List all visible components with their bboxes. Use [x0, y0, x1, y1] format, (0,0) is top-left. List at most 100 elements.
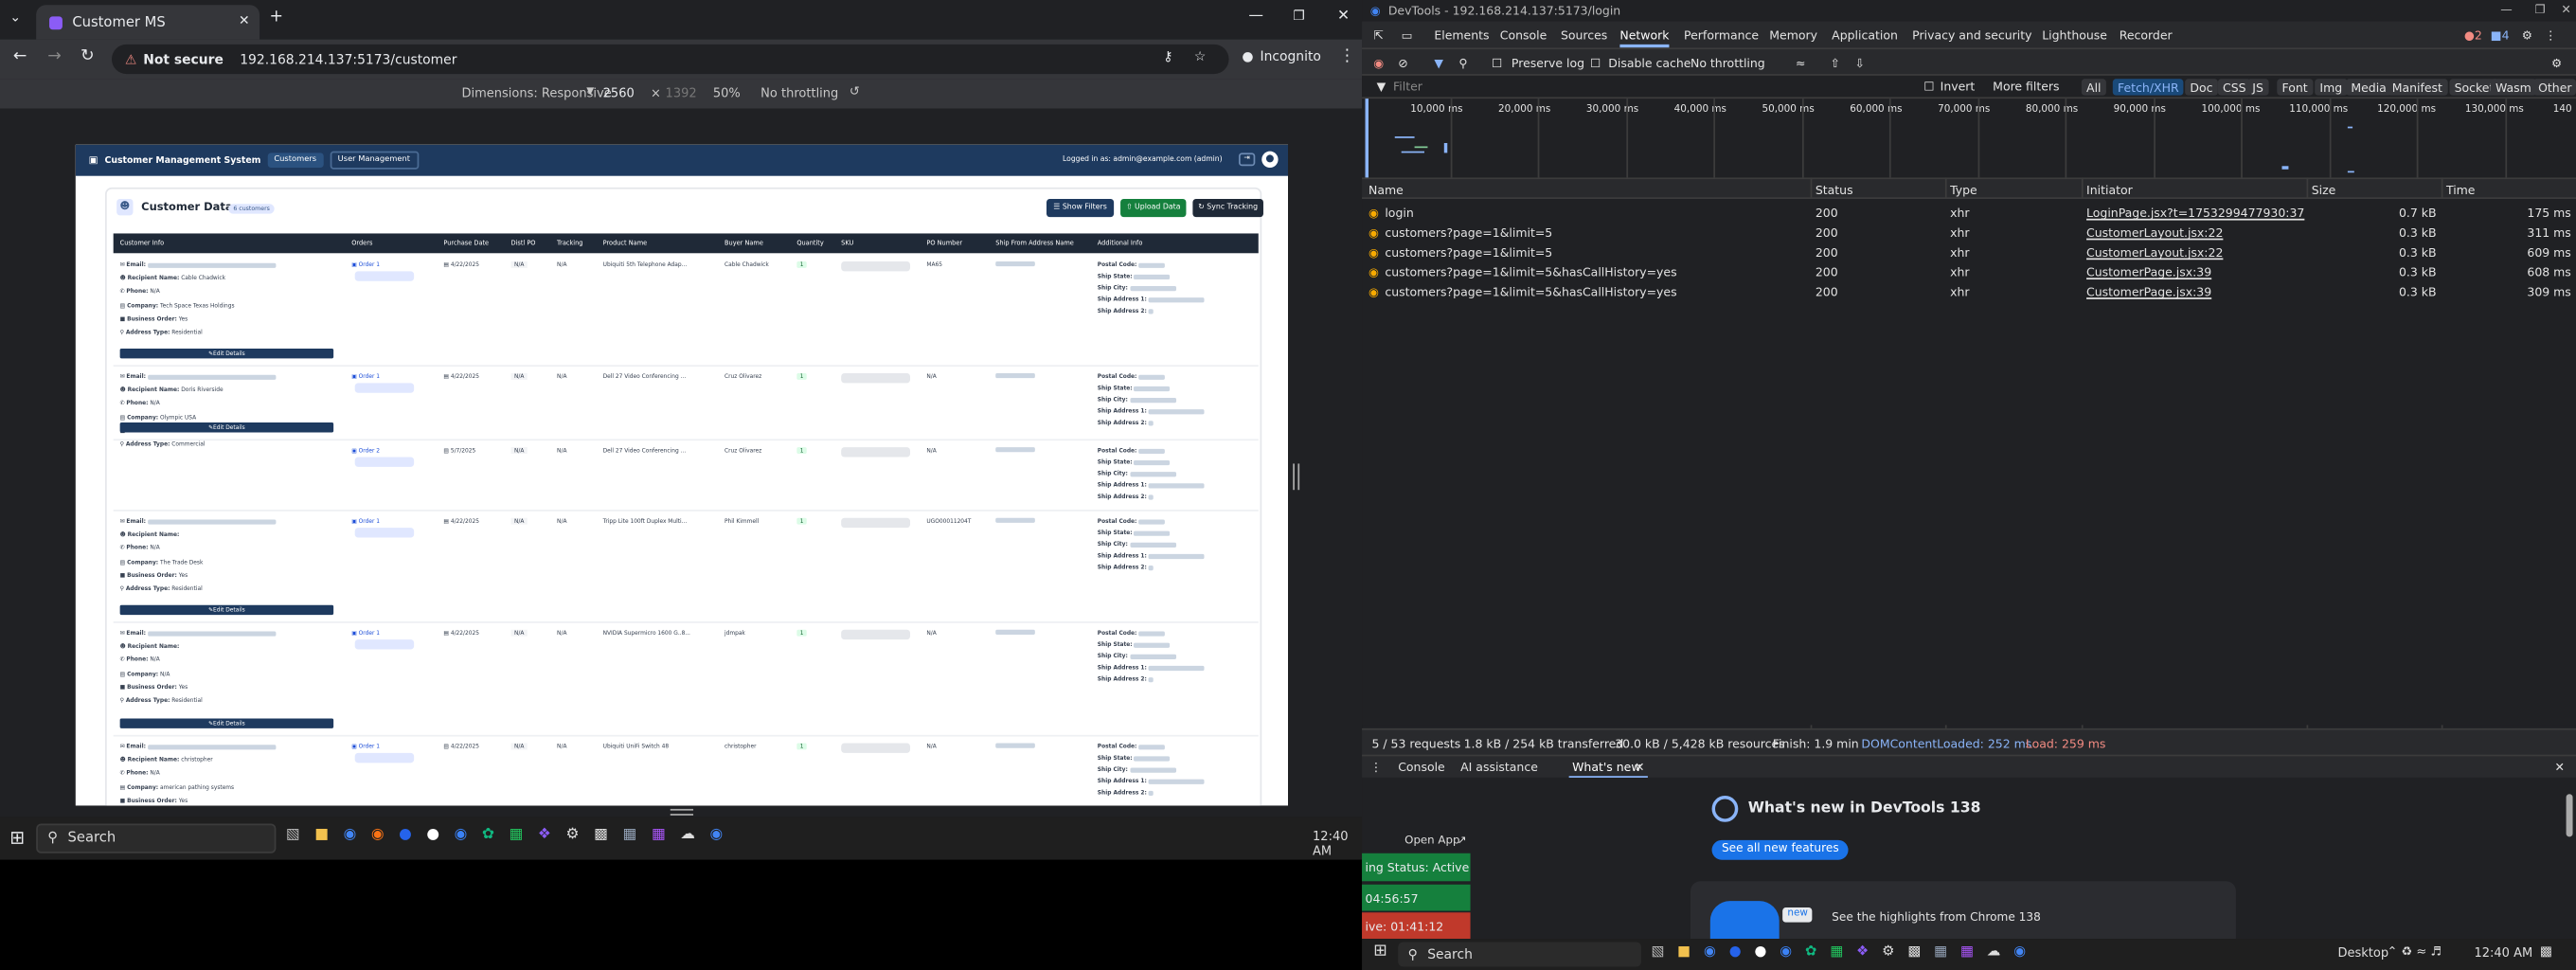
see-all-features-button[interactable]: See all new features: [1711, 839, 1850, 860]
firefox-icon[interactable]: ◉: [371, 827, 385, 843]
order-link[interactable]: ▣ Order 1: [351, 630, 380, 637]
tab-console[interactable]: Console: [1500, 28, 1547, 44]
type-filter-all[interactable]: All: [2081, 79, 2106, 96]
show-filters-button[interactable]: ☰ Show Filters: [1046, 199, 1115, 218]
tab-customer-ms[interactable]: Customer MS ✕: [36, 5, 260, 40]
filter-icon[interactable]: ▼: [1434, 56, 1443, 71]
address-bar[interactable]: ⚠ Not secure 192.168.214.137:5173/custom…: [111, 44, 1229, 75]
col-name[interactable]: Name: [1368, 183, 1404, 198]
filter-input[interactable]: Filter: [1393, 79, 1422, 94]
edit-details-button[interactable]: ✎ Edit Details: [119, 348, 334, 359]
app-icon-3[interactable]: ❖: [1856, 943, 1869, 960]
tab-network[interactable]: Network: [1619, 28, 1669, 44]
disable-cache-checkbox[interactable]: ☐: [1590, 56, 1601, 71]
close-window-icon[interactable]: ✕: [1337, 9, 1350, 25]
excel-icon[interactable]: ▦: [510, 827, 524, 843]
zoom-icon[interactable]: ●: [399, 827, 412, 843]
edit-details-button[interactable]: ✎ Edit Details: [119, 718, 334, 728]
drawer-close-icon[interactable]: ✕: [2554, 760, 2564, 775]
bookmark-star-icon[interactable]: ☆: [1194, 49, 1206, 64]
type-filter-wasm[interactable]: Wasm: [2490, 79, 2537, 96]
request-initiator-link[interactable]: CustomerLayout.jsx:22: [2086, 225, 2223, 241]
type-filter-doc[interactable]: Doc: [2185, 79, 2218, 96]
chrome-icon-2[interactable]: ◉: [710, 827, 724, 843]
task-view-icon[interactable]: ▧: [286, 827, 300, 843]
drawer-scrollbar[interactable]: [2566, 794, 2573, 837]
search-icon[interactable]: ⚲: [1458, 56, 1467, 71]
drawer-tab-console[interactable]: Console: [1398, 760, 1445, 775]
request-row[interactable]: ◉ customers?page=1&limit=5&hasCallHistor…: [1362, 261, 2576, 281]
drawer-menu-icon[interactable]: ⋮: [1370, 760, 1382, 775]
more-filters-dropdown[interactable]: More filters: [1993, 79, 2059, 94]
type-filter-manifest[interactable]: Manifest: [2387, 79, 2448, 96]
order-link[interactable]: ▣ Order 1: [351, 261, 380, 268]
order-link[interactable]: ▣ Order 1: [351, 743, 380, 749]
col-initiator[interactable]: Initiator: [2086, 183, 2133, 198]
col-time[interactable]: Time: [2446, 183, 2476, 198]
tab-performance[interactable]: Performance: [1684, 28, 1759, 44]
upload-data-button[interactable]: ⇧ Upload Data: [1120, 199, 1187, 218]
app-icon-1[interactable]: ●: [1754, 943, 1766, 960]
settings-icon[interactable]: ⚙: [566, 827, 580, 843]
type-filter-fetchxhr[interactable]: Fetch/XHR: [2112, 79, 2184, 96]
type-filter-font[interactable]: Font: [2277, 79, 2313, 96]
chrome-icon[interactable]: ◉: [344, 827, 357, 843]
request-row[interactable]: ◉ customers?page=1&limit=5 200 xhr Custo…: [1362, 222, 2576, 242]
issues-badge-icon[interactable]: ■4: [2491, 28, 2510, 44]
type-filter-other[interactable]: Other: [2532, 79, 2576, 96]
tab-search-icon[interactable]: ⌄: [9, 9, 21, 25]
file-explorer-icon[interactable]: ■: [314, 827, 329, 843]
nav-customers[interactable]: Customers: [267, 153, 324, 169]
request-row[interactable]: ◉ login 200 xhr LoginPage.jsx?t=17532994…: [1362, 202, 2576, 222]
network-settings-icon[interactable]: ⚙: [2551, 56, 2562, 71]
request-initiator-link[interactable]: CustomerLayout.jsx:22: [2086, 245, 2223, 260]
edge-icon[interactable]: ◉: [1780, 943, 1792, 960]
resize-handle-right[interactable]: [1293, 463, 1300, 491]
zoom-dropdown[interactable]: 50%: [713, 85, 741, 100]
type-filter-media[interactable]: Media: [2346, 79, 2392, 96]
timeline-cursor[interactable]: [1365, 99, 1368, 180]
terminal-icon[interactable]: ▩: [594, 827, 608, 843]
windows-start-icon[interactable]: ⊞: [1373, 942, 1387, 960]
highlights-card[interactable]: new See the highlights from Chrome 138: [1690, 881, 2236, 940]
app-icon-2[interactable]: ✿: [482, 827, 494, 843]
windows-start-icon[interactable]: ⊞: [9, 827, 25, 849]
tab-sources[interactable]: Sources: [1561, 28, 1607, 44]
invert-checkbox[interactable]: ☐: [1923, 79, 1934, 94]
resize-handle-bottom[interactable]: [670, 808, 694, 816]
minimize-icon[interactable]: —: [1248, 9, 1263, 25]
type-filter-js[interactable]: JS: [2247, 79, 2269, 96]
back-icon[interactable]: ←: [13, 47, 27, 65]
app-icon-3[interactable]: ❖: [538, 827, 551, 843]
nav-user-management[interactable]: User Management: [329, 151, 419, 170]
height-input[interactable]: 1392: [666, 85, 697, 100]
tab-elements[interactable]: Elements: [1434, 28, 1489, 44]
key-icon[interactable]: ⚷: [1163, 49, 1172, 64]
reload-icon[interactable]: ↻: [80, 47, 95, 65]
device-icon[interactable]: ▭: [1402, 28, 1413, 44]
sync-tracking-button[interactable]: ↻ Sync Tracking: [1192, 199, 1263, 218]
zoom-icon[interactable]: ●: [1729, 943, 1742, 960]
taskbar-search[interactable]: ⚲ Search: [36, 823, 277, 853]
order-link[interactable]: ▣ Order 2: [351, 447, 380, 454]
app-icon-4[interactable]: ▦: [1934, 943, 1947, 960]
notifications-icon[interactable]: ▩: [2540, 943, 2552, 959]
throttling-dropdown[interactable]: No throttling: [760, 85, 838, 100]
desktop-label[interactable]: Desktop: [2337, 945, 2388, 961]
task-view-icon[interactable]: ▧: [1651, 943, 1664, 960]
more-icon[interactable]: ⋮: [2545, 28, 2556, 44]
onenote-icon[interactable]: ▦: [652, 827, 666, 843]
type-filter-img[interactable]: Img: [2315, 79, 2348, 96]
onenote-icon[interactable]: ▦: [1960, 943, 1974, 960]
forward-icon[interactable]: →: [47, 47, 62, 65]
restore-icon[interactable]: ❐: [2535, 2, 2546, 17]
order-link[interactable]: ▣ Order 1: [351, 518, 380, 525]
app-icon-5[interactable]: ☁: [680, 827, 695, 843]
request-row[interactable]: ◉ customers?page=1&limit=5&hasCallHistor…: [1362, 281, 2576, 301]
app-icon-5[interactable]: ☁: [1987, 943, 2001, 960]
app-icon-1[interactable]: ●: [426, 827, 439, 843]
clear-icon[interactable]: ⊘: [1398, 56, 1407, 71]
settings-icon[interactable]: ⚙: [1882, 943, 1894, 960]
chrome-icon[interactable]: ◉: [1704, 943, 1716, 960]
terminal-icon[interactable]: ▩: [1907, 943, 1921, 960]
